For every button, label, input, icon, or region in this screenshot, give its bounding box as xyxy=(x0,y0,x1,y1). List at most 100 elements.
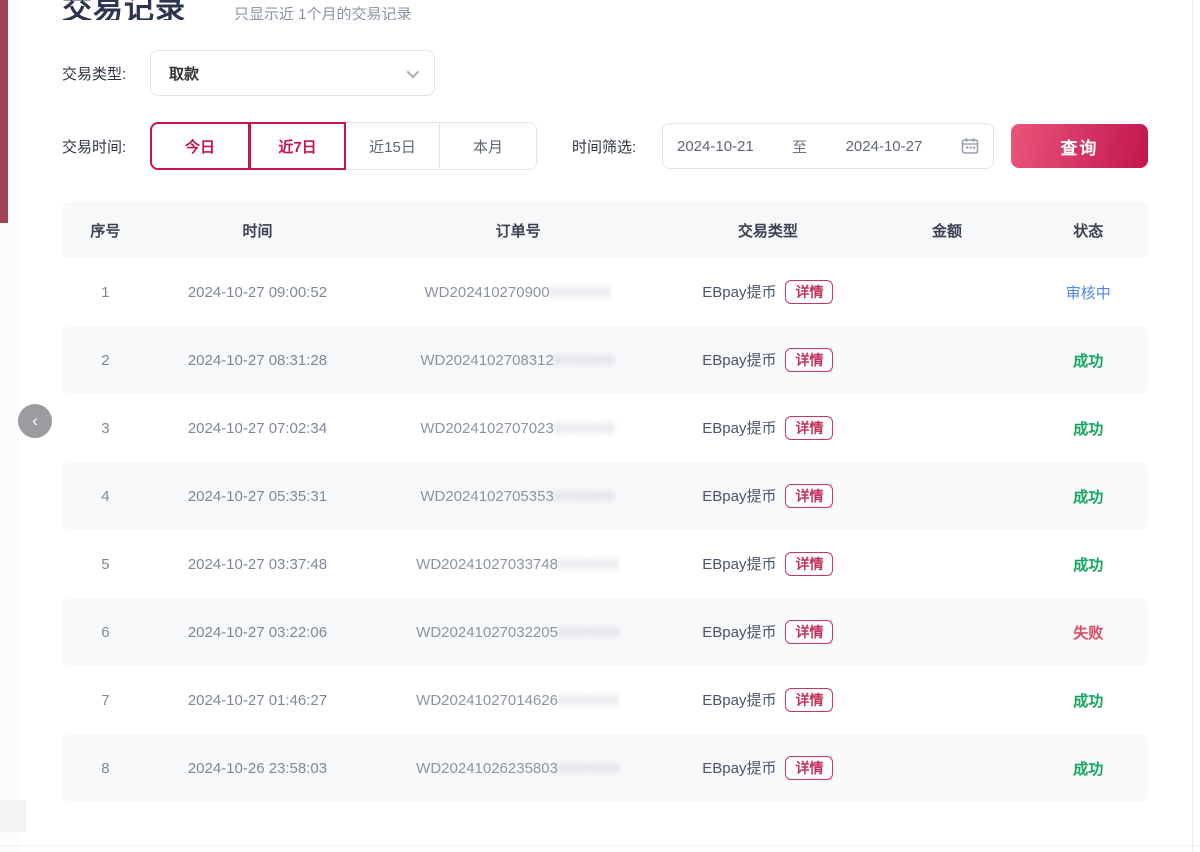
quick-range-today[interactable]: 今日 xyxy=(150,122,250,170)
quick-range-group: 今日 近7日 近15日 本月 xyxy=(150,122,537,170)
row-type: EBpay提币 详情 xyxy=(670,756,865,781)
table-row: 7 2024-10-27 01:46:27 WD2024102701462600… xyxy=(62,666,1148,734)
row-type: EBpay提币 详情 xyxy=(670,688,865,713)
order-redacted-segment: 000000 xyxy=(554,352,616,369)
date-filter-label: 时间筛选: xyxy=(572,136,662,157)
order-redacted-segment: 000000 xyxy=(558,760,620,777)
table-row: 8 2024-10-26 23:58:03 WD2024102623580300… xyxy=(62,734,1148,802)
detail-button[interactable]: 详情 xyxy=(785,484,833,509)
transaction-type-label: 交易类型: xyxy=(62,63,150,84)
detail-button[interactable]: 详情 xyxy=(785,688,833,713)
row-order-number: WD2024102707023000000 xyxy=(366,420,670,437)
row-type: EBpay提币 详情 xyxy=(670,484,865,509)
row-time: 2024-10-27 05:35:31 xyxy=(149,488,366,505)
table-header-row: 序号 时间 订单号 交易类型 金额 状态 xyxy=(62,202,1148,258)
table-body: 1 2024-10-27 09:00:52 WD2024102709000000… xyxy=(62,258,1148,802)
row-number: 1 xyxy=(62,284,149,301)
row-order-number: WD20241027014626000000 xyxy=(366,692,670,709)
quick-range-7days[interactable]: 近7日 xyxy=(249,122,346,170)
row-type-label: EBpay提币 xyxy=(702,757,776,778)
row-order-number: WD202410270900000000 xyxy=(366,284,670,301)
order-redacted-segment: 000000 xyxy=(550,284,612,301)
header-type: 交易类型 xyxy=(670,220,865,241)
transaction-records-panel: 交易记录 只显示近 1个月的交易记录 交易类型: 取款 交易时间: 今日 近7日… xyxy=(0,0,1200,802)
transaction-type-value: 取款 xyxy=(169,63,199,84)
table-row: 5 2024-10-27 03:37:48 WD2024102703374800… xyxy=(62,530,1148,598)
row-time: 2024-10-27 08:31:28 xyxy=(149,352,366,369)
calendar-icon[interactable] xyxy=(961,137,979,155)
detail-button[interactable]: 详情 xyxy=(785,348,833,373)
table-row: 1 2024-10-27 09:00:52 WD2024102709000000… xyxy=(62,258,1148,326)
row-number: 7 xyxy=(62,692,149,709)
date-from-value[interactable]: 2024-10-21 xyxy=(677,138,754,155)
row-status: 成功 xyxy=(1029,350,1148,371)
row-type: EBpay提币 详情 xyxy=(670,620,865,645)
row-number: 3 xyxy=(62,420,149,437)
row-status: 失败 xyxy=(1029,622,1148,643)
table-row: 6 2024-10-27 03:22:06 WD2024102703220500… xyxy=(62,598,1148,666)
row-status: 成功 xyxy=(1029,486,1148,507)
table-row: 4 2024-10-27 05:35:31 WD2024102705353000… xyxy=(62,462,1148,530)
order-redacted-segment: 000000 xyxy=(554,488,616,505)
detail-button[interactable]: 详情 xyxy=(785,552,833,577)
row-order-number: WD2024102705353000000 xyxy=(366,488,670,505)
transaction-time-filter-row: 交易时间: 今日 近7日 近15日 本月 时间筛选: 2024-10-21 至 … xyxy=(62,122,1148,170)
row-type-label: EBpay提币 xyxy=(702,281,776,302)
query-button[interactable]: 查询 xyxy=(1011,124,1148,168)
table-row: 2 2024-10-27 08:31:28 WD2024102708312000… xyxy=(62,326,1148,394)
quick-range-15days[interactable]: 近15日 xyxy=(345,122,440,170)
row-time: 2024-10-27 07:02:34 xyxy=(149,420,366,437)
row-type: EBpay提币 详情 xyxy=(670,280,865,305)
header-amount: 金额 xyxy=(866,220,1029,241)
row-number: 4 xyxy=(62,488,149,505)
chevron-down-icon xyxy=(407,65,420,78)
row-type-label: EBpay提币 xyxy=(702,349,776,370)
row-time: 2024-10-27 01:46:27 xyxy=(149,692,366,709)
left-bottom-block xyxy=(0,800,26,832)
row-status: 成功 xyxy=(1029,758,1148,779)
row-time: 2024-10-27 03:37:48 xyxy=(149,556,366,573)
row-number: 2 xyxy=(62,352,149,369)
row-order-number: WD2024102708312000000 xyxy=(366,352,670,369)
row-number: 8 xyxy=(62,760,149,777)
row-status: 成功 xyxy=(1029,418,1148,439)
page-subtitle: 只显示近 1个月的交易记录 xyxy=(234,3,412,20)
row-type-label: EBpay提币 xyxy=(702,485,776,506)
transaction-type-filter-row: 交易类型: 取款 xyxy=(62,50,1148,96)
date-separator: 至 xyxy=(792,136,807,157)
row-type-label: EBpay提币 xyxy=(702,417,776,438)
row-order-number: WD20241026235803000000 xyxy=(366,760,670,777)
transaction-type-select[interactable]: 取款 xyxy=(150,50,435,96)
order-redacted-segment: 000000 xyxy=(558,624,620,641)
date-range-picker[interactable]: 2024-10-21 至 2024-10-27 xyxy=(662,123,994,169)
page-title: 交易记录 xyxy=(62,0,186,20)
row-number: 5 xyxy=(62,556,149,573)
row-status: 成功 xyxy=(1029,690,1148,711)
order-redacted-segment: 000000 xyxy=(554,420,616,437)
page-header: 交易记录 只显示近 1个月的交易记录 xyxy=(62,0,1148,20)
detail-button[interactable]: 详情 xyxy=(785,620,833,645)
row-type: EBpay提币 详情 xyxy=(670,348,865,373)
row-time: 2024-10-27 09:00:52 xyxy=(149,284,366,301)
detail-button[interactable]: 详情 xyxy=(785,756,833,781)
chevron-left-icon: ‹ xyxy=(32,412,38,429)
quick-range-month[interactable]: 本月 xyxy=(439,122,537,170)
row-type-label: EBpay提币 xyxy=(702,621,776,642)
date-to-value[interactable]: 2024-10-27 xyxy=(846,138,923,155)
header-status: 状态 xyxy=(1029,220,1148,241)
detail-button[interactable]: 详情 xyxy=(785,416,833,441)
row-order-number: WD20241027032205000000 xyxy=(366,624,670,641)
detail-button[interactable]: 详情 xyxy=(785,280,833,305)
table-row: 3 2024-10-27 07:02:34 WD2024102707023000… xyxy=(62,394,1148,462)
row-type-label: EBpay提币 xyxy=(702,689,776,710)
row-time: 2024-10-26 23:58:03 xyxy=(149,760,366,777)
row-status: 审核中 xyxy=(1029,282,1148,303)
transaction-time-label: 交易时间: xyxy=(62,136,150,157)
bottom-edge-divider xyxy=(0,845,1200,846)
header-order: 订单号 xyxy=(366,220,670,241)
row-type: EBpay提币 详情 xyxy=(670,552,865,577)
row-number: 6 xyxy=(62,624,149,641)
row-time: 2024-10-27 03:22:06 xyxy=(149,624,366,641)
panel-collapse-button[interactable]: ‹ xyxy=(18,404,52,438)
header-time: 时间 xyxy=(149,220,366,241)
